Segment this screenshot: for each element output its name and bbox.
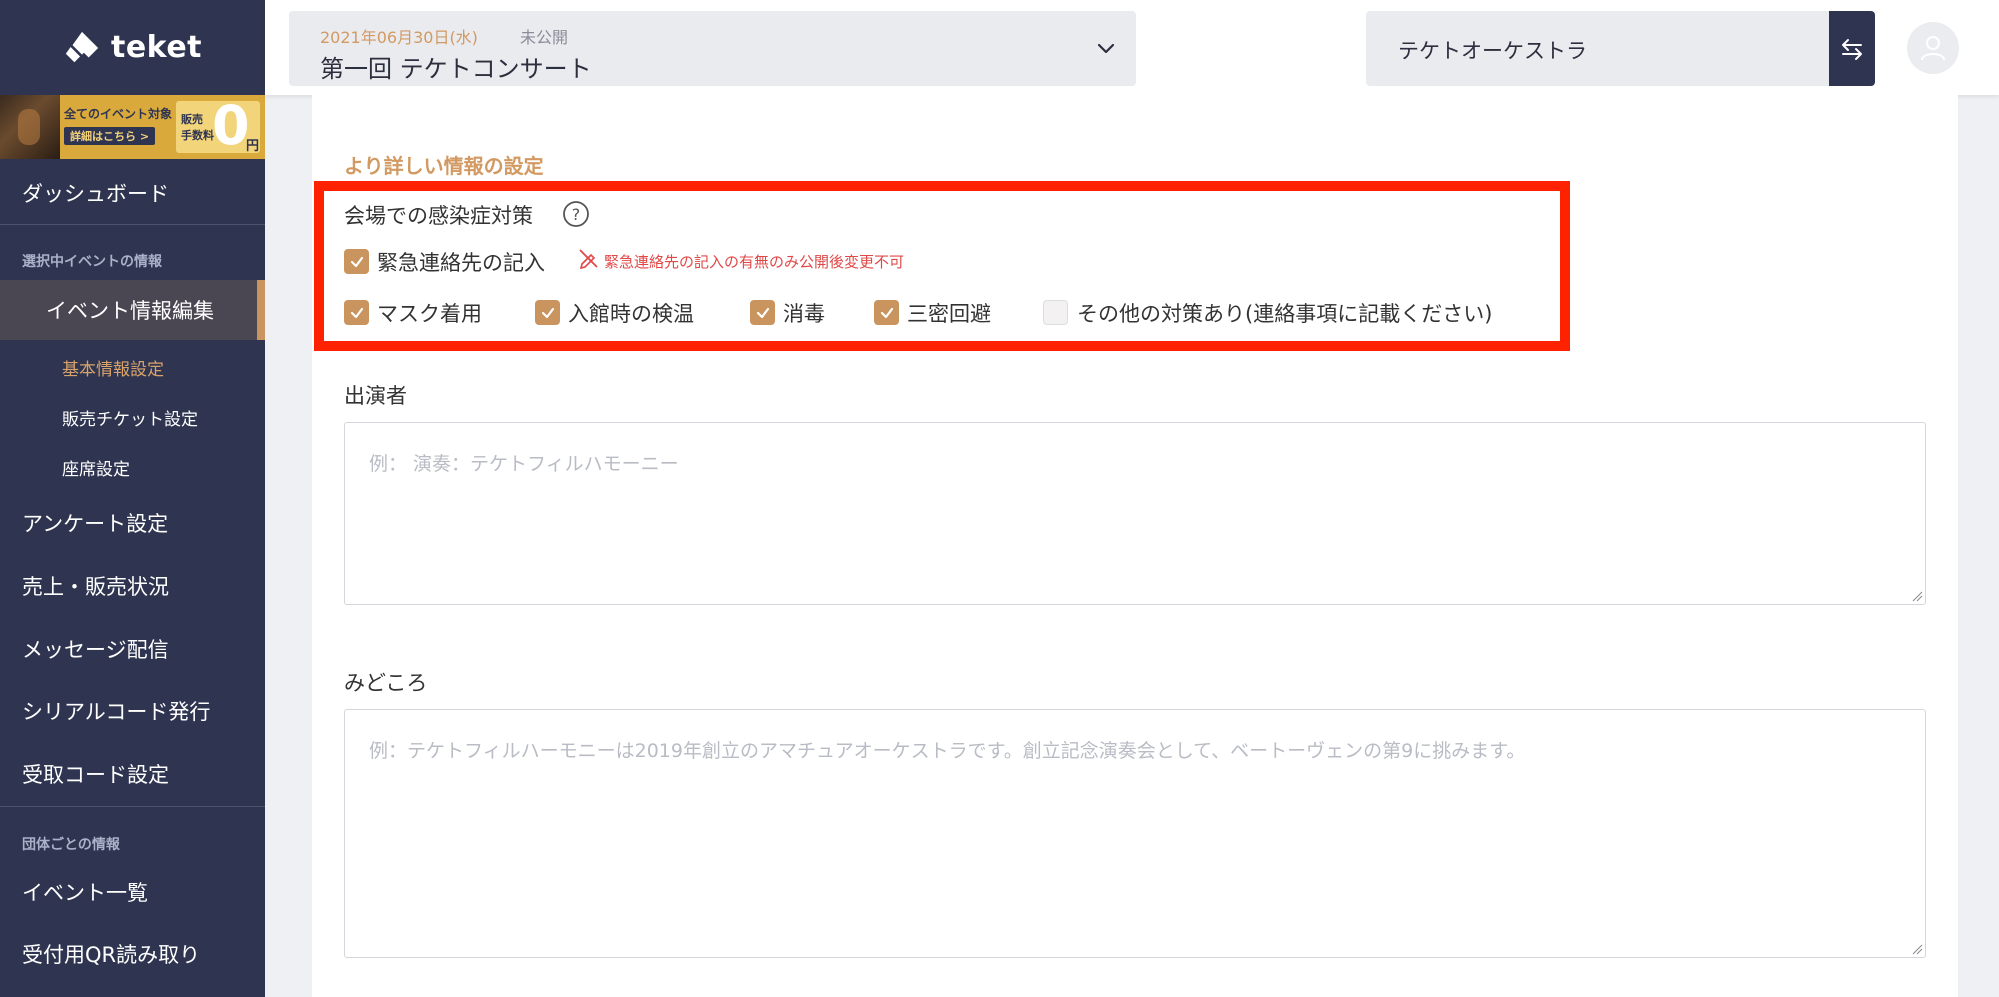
banner-text: 全てのイベント対象 bbox=[64, 107, 173, 121]
resize-handle-icon[interactable] bbox=[1911, 943, 1923, 955]
check-icon bbox=[350, 256, 363, 267]
nav-qr-reader[interactable]: 受付用QR読み取り bbox=[0, 924, 265, 984]
banner-fee-label-2: 手数料 bbox=[181, 129, 214, 142]
event-date: 2021年06月30日(水) bbox=[320, 28, 478, 47]
resize-handle-icon[interactable] bbox=[1911, 590, 1923, 602]
three-c-label: 三密回避 bbox=[907, 302, 991, 326]
svg-text:?: ? bbox=[572, 205, 581, 224]
brand-name: teket bbox=[110, 30, 203, 65]
section-title: より詳しい情報の設定 bbox=[344, 154, 544, 178]
check-icon bbox=[350, 307, 363, 318]
event-selector[interactable]: 2021年06月30日(水) 未公開 第一回 テケトコンサート bbox=[289, 11, 1136, 86]
mask-checkbox[interactable] bbox=[344, 300, 369, 325]
nav-serial[interactable]: シリアルコード発行 bbox=[0, 681, 265, 741]
organization-field: テケトオーケストラ bbox=[1366, 11, 1829, 86]
highlights-textarea[interactable]: 例：テケトフィルハーモニーは2019年創立のアマチュアオーケストラです。創立記念… bbox=[344, 709, 1926, 958]
performers-label: 出演者 bbox=[344, 384, 407, 408]
nav-dashboard[interactable]: ダッシュボード bbox=[0, 163, 265, 223]
swap-arrows-icon bbox=[1842, 38, 1862, 60]
banner-link: 詳細はこちら > bbox=[64, 127, 156, 145]
emergency-label: 緊急連絡先の記入 bbox=[377, 251, 545, 275]
temperature-label: 入館時の検温 bbox=[568, 302, 694, 326]
highlights-placeholder: 例：テケトフィルハーモニーは2019年創立のアマチュアオーケストラです。創立記念… bbox=[369, 740, 1526, 762]
sidebar: teket 全てのイベント対象 詳細はこちら > 販売 手数料 0 円 ダッシュ… bbox=[0, 0, 265, 997]
three-c-checkbox[interactable] bbox=[874, 300, 899, 325]
teket-logo-icon bbox=[65, 31, 99, 62]
nav-message[interactable]: メッセージ配信 bbox=[0, 619, 265, 679]
banner-photo bbox=[0, 95, 60, 159]
infection-label: 会場での感染症対策 bbox=[344, 204, 533, 228]
nav-divider bbox=[0, 224, 265, 225]
banner-yen: 円 bbox=[246, 139, 260, 154]
warning-text: 緊急連絡先の記入の有無のみ公開後変更不可 bbox=[604, 253, 905, 271]
nav-sales[interactable]: 売上・販売状況 bbox=[0, 556, 265, 616]
performers-placeholder: 例： 演奏：テケトフィルハモーニー bbox=[369, 453, 679, 475]
nav-section-org: 団体ごとの情報 bbox=[22, 837, 120, 853]
promo-banner[interactable]: 全てのイベント対象 詳細はこちら > 販売 手数料 0 円 bbox=[0, 95, 265, 159]
check-icon bbox=[756, 307, 769, 318]
user-avatar[interactable] bbox=[1907, 22, 1959, 74]
banner-fee-label: 販売 bbox=[181, 113, 203, 126]
event-status: 未公開 bbox=[520, 28, 569, 47]
disinfection-label: 消毒 bbox=[783, 302, 825, 326]
nav-section-event: 選択中イベントの情報 bbox=[22, 254, 162, 270]
performers-textarea[interactable]: 例： 演奏：テケトフィルハモーニー bbox=[344, 422, 1926, 605]
other-measures-checkbox[interactable] bbox=[1043, 300, 1068, 325]
banner-zero: 0 bbox=[212, 95, 250, 157]
event-title: 第一回 テケトコンサート bbox=[320, 55, 592, 83]
nav-event-edit[interactable]: イベント情報編集 bbox=[0, 280, 265, 340]
nav-sub-ticket[interactable]: 販売チケット設定 bbox=[62, 405, 198, 430]
highlights-label: みどころ bbox=[344, 671, 428, 695]
check-icon bbox=[880, 307, 893, 318]
switch-organization-button[interactable] bbox=[1829, 11, 1875, 86]
no-edit-icon bbox=[579, 249, 598, 269]
temperature-checkbox[interactable] bbox=[535, 300, 560, 325]
user-icon bbox=[1921, 36, 1945, 61]
help-icon[interactable]: ? bbox=[562, 200, 590, 228]
chevron-down-icon bbox=[1097, 43, 1115, 54]
organization-name: テケトオーケストラ bbox=[1398, 39, 1587, 63]
brand-logo[interactable]: teket bbox=[0, 0, 265, 95]
nav-sub-seat[interactable]: 座席設定 bbox=[62, 455, 130, 480]
nav-survey[interactable]: アンケート設定 bbox=[0, 493, 265, 553]
disinfection-checkbox[interactable] bbox=[750, 300, 775, 325]
nav-sub-basic[interactable]: 基本情報設定 bbox=[62, 355, 164, 380]
nav-event-list[interactable]: イベント一覧 bbox=[0, 862, 265, 922]
check-icon bbox=[541, 307, 554, 318]
nav-receipt[interactable]: 受取コード設定 bbox=[0, 744, 265, 804]
other-measures-label: その他の対策あり(連絡事項に記載ください) bbox=[1077, 302, 1493, 326]
nav-divider bbox=[0, 806, 265, 807]
emergency-checkbox[interactable] bbox=[344, 249, 369, 274]
mask-label: マスク着用 bbox=[377, 302, 482, 326]
